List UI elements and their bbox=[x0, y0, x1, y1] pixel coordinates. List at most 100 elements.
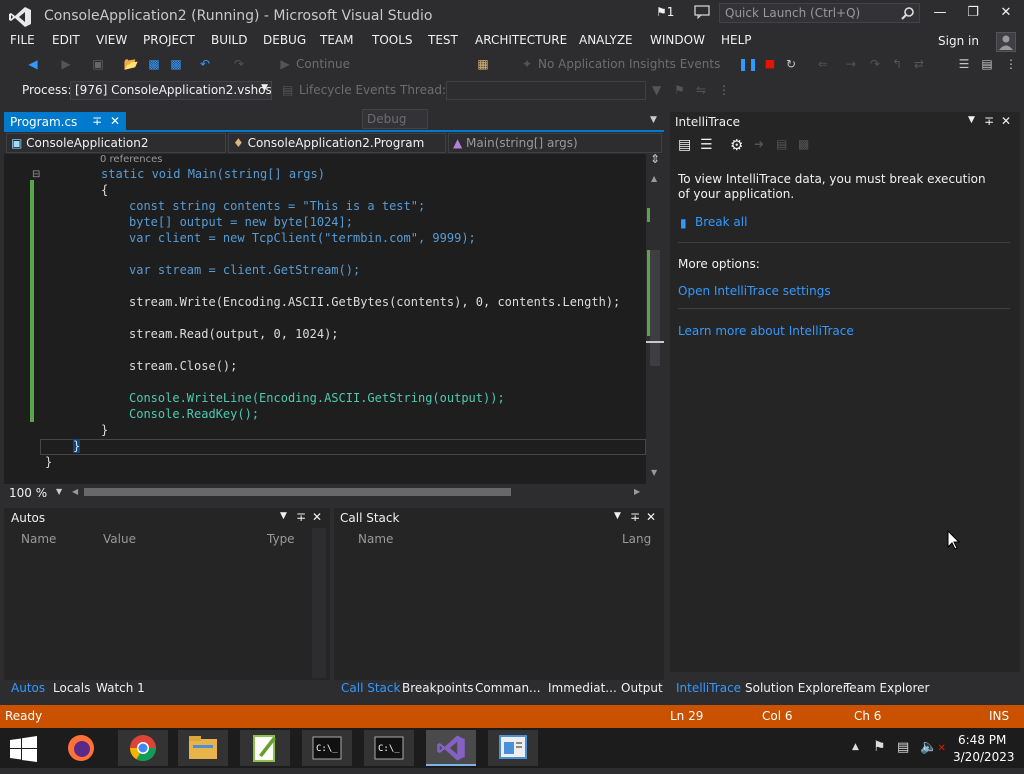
panel-menu-chevron-icon[interactable]: ▼ bbox=[280, 511, 287, 521]
continue-button[interactable]: Continue bbox=[296, 57, 350, 71]
horizontal-scroll-thumb[interactable] bbox=[84, 488, 511, 496]
thread-select[interactable] bbox=[446, 81, 646, 100]
open-log-icon[interactable]: ▤ bbox=[776, 137, 787, 151]
tab-breakpoints[interactable]: Breakpoints bbox=[402, 681, 473, 695]
menu-tools[interactable]: TOOLS bbox=[372, 33, 413, 47]
tab-output[interactable]: Output bbox=[621, 681, 663, 695]
avatar[interactable] bbox=[996, 32, 1016, 52]
chrome-taskbar-icon[interactable] bbox=[118, 730, 168, 766]
calls-view-icon[interactable]: ☰ bbox=[700, 137, 713, 153]
member-dropdown[interactable]: ▲ Main(string[] args) bbox=[448, 133, 662, 153]
menu-team[interactable]: TEAM bbox=[320, 33, 353, 47]
new-project-icon[interactable]: ▣ bbox=[89, 57, 107, 75]
menu-window[interactable]: WINDOW bbox=[650, 33, 705, 47]
visual-studio-taskbar-icon[interactable] bbox=[426, 730, 476, 766]
quick-launch-input[interactable]: Quick Launch (Ctrl+Q) bbox=[719, 3, 920, 23]
editor-vertical-scrollbar[interactable]: ⇕ ▲ ▼ bbox=[646, 152, 664, 484]
open-intellitrace-settings-link[interactable]: Open IntelliTrace settings bbox=[678, 284, 831, 298]
scroll-up-icon[interactable]: ▲ bbox=[651, 174, 657, 183]
pin-icon[interactable]: ∓ bbox=[92, 114, 102, 128]
show-next-statement-icon[interactable]: ⇐ bbox=[814, 57, 832, 75]
open-file-icon[interactable]: 📂 bbox=[122, 57, 140, 75]
zoom-level[interactable]: 100 % bbox=[9, 486, 47, 500]
pin-icon[interactable]: ∓ bbox=[296, 510, 306, 524]
toolbar2-overflow-icon[interactable]: ⋮ bbox=[718, 83, 730, 97]
close-panel-icon[interactable]: ✕ bbox=[312, 510, 322, 524]
hex-display-icon[interactable]: ⇄ bbox=[910, 57, 928, 75]
navigate-forward-icon[interactable]: ▶ bbox=[57, 57, 75, 75]
zoom-chevron-down-icon[interactable]: ▼ bbox=[56, 487, 62, 496]
menu-file[interactable]: FILE bbox=[10, 33, 35, 47]
tab-solution-explorer[interactable]: Solution Explorer bbox=[745, 681, 848, 695]
scroll-left-icon[interactable]: ◀ bbox=[72, 487, 78, 496]
code-editor[interactable]: ⊟ 0 references static void Main(string[]… bbox=[4, 154, 646, 484]
break-all-icon[interactable]: ❚❚ bbox=[738, 57, 758, 75]
save-icon[interactable]: ▩ bbox=[145, 57, 163, 75]
menu-build[interactable]: BUILD bbox=[211, 33, 247, 47]
menu-edit[interactable]: EDIT bbox=[52, 33, 80, 47]
pin-icon[interactable]: ∓ bbox=[984, 114, 994, 128]
column-header-lang[interactable]: Lang bbox=[622, 532, 651, 546]
class-dropdown[interactable]: ♦ ConsoleApplication2.Program bbox=[228, 133, 446, 153]
stop-debugging-icon[interactable]: ■ bbox=[761, 57, 779, 75]
firefox-taskbar-icon[interactable] bbox=[56, 730, 106, 766]
scroll-thumb[interactable] bbox=[650, 250, 660, 366]
tab-immediate-window[interactable]: Immediat... bbox=[548, 681, 617, 695]
menu-test[interactable]: TEST bbox=[428, 33, 458, 47]
navigate-back-icon[interactable]: ◀ bbox=[24, 57, 42, 75]
panel-menu-chevron-icon[interactable]: ▼ bbox=[614, 511, 621, 521]
expand-callstack-icon[interactable]: ⇋ bbox=[696, 83, 706, 97]
pin-icon[interactable]: ∓ bbox=[630, 510, 640, 524]
menu-debug[interactable]: DEBUG bbox=[263, 33, 306, 47]
tab-program-cs[interactable]: Program.cs ∓ ✕ bbox=[4, 112, 126, 132]
clock-time[interactable]: 6:48 PM bbox=[958, 733, 1006, 747]
close-tab-icon[interactable]: ✕ bbox=[110, 114, 120, 128]
flag-threads-icon[interactable]: ⚑ bbox=[674, 83, 685, 97]
panel-menu-chevron-icon[interactable]: ▼ bbox=[968, 115, 975, 125]
close-window-button[interactable]: ✕ bbox=[996, 5, 1016, 23]
step-forward-icon[interactable]: ➜ bbox=[754, 137, 764, 151]
process-select[interactable]: [976] ConsoleApplication2.vshost. ▼ bbox=[70, 81, 272, 100]
filter-icon[interactable]: ▼ bbox=[652, 83, 661, 97]
solution-explorer-icon[interactable]: ☰ bbox=[955, 57, 973, 75]
tab-watch-1[interactable]: Watch 1 bbox=[96, 681, 145, 695]
step-out-icon[interactable]: ↰ bbox=[888, 57, 906, 75]
properties-icon[interactable]: ▤ bbox=[978, 57, 996, 75]
application-insights-dropdown[interactable]: No Application Insights Events bbox=[538, 57, 720, 71]
close-panel-icon[interactable]: ✕ bbox=[646, 510, 656, 524]
tab-team-explorer[interactable]: Team Explorer bbox=[844, 681, 930, 695]
show-hidden-icons-chevron-icon[interactable]: ▲ bbox=[852, 742, 859, 752]
split-editor-icon[interactable]: ⇕ bbox=[650, 152, 660, 166]
command-prompt-taskbar-icon[interactable]: C:\_ bbox=[302, 730, 352, 766]
menu-project[interactable]: PROJECT bbox=[143, 33, 195, 47]
column-header-value[interactable]: Value bbox=[103, 532, 136, 546]
toolbar-overflow-icon[interactable]: ⋮ bbox=[1002, 57, 1020, 75]
volume-muted-icon[interactable]: 🔈✕ bbox=[920, 739, 946, 755]
lifecycle-events-dropdown[interactable]: Lifecycle Events bbox=[299, 83, 396, 97]
file-explorer-taskbar-icon[interactable] bbox=[178, 730, 228, 766]
notepad-plus-plus-taskbar-icon[interactable] bbox=[240, 730, 290, 766]
column-header-name[interactable]: Name bbox=[21, 532, 56, 546]
restore-button[interactable]: ❐ bbox=[963, 5, 983, 23]
scroll-down-icon[interactable]: ▼ bbox=[651, 468, 657, 477]
sign-in-link[interactable]: Sign in bbox=[938, 34, 979, 48]
break-all-link[interactable]: Break all bbox=[695, 215, 747, 229]
action-center-flag-icon[interactable]: ⚑ bbox=[873, 739, 886, 755]
continue-icon[interactable]: ▶ bbox=[276, 57, 294, 75]
step-over-icon[interactable]: ↷ bbox=[866, 57, 884, 75]
events-view-icon[interactable]: ▤ bbox=[678, 137, 691, 153]
notifications-flag[interactable]: ⚑1 bbox=[656, 5, 674, 19]
scroll-right-icon[interactable]: ▶ bbox=[634, 487, 640, 496]
save-all-icon[interactable]: ▩ bbox=[167, 57, 185, 75]
tab-intellitrace[interactable]: IntelliTrace bbox=[676, 681, 741, 695]
column-header-type[interactable]: Type bbox=[267, 532, 295, 546]
minimize-button[interactable]: — bbox=[930, 5, 950, 23]
step-into-icon[interactable]: → bbox=[842, 57, 860, 75]
network-icon[interactable]: ▤ bbox=[897, 740, 909, 755]
settings-gear-icon[interactable]: ⚙ bbox=[730, 136, 743, 154]
restart-icon[interactable]: ↻ bbox=[782, 57, 800, 75]
tab-locals[interactable]: Locals bbox=[53, 681, 90, 695]
tab-autos[interactable]: Autos bbox=[11, 681, 45, 695]
menu-architecture[interactable]: ARCHITECTURE bbox=[475, 33, 567, 47]
menu-help[interactable]: HELP bbox=[721, 33, 752, 47]
